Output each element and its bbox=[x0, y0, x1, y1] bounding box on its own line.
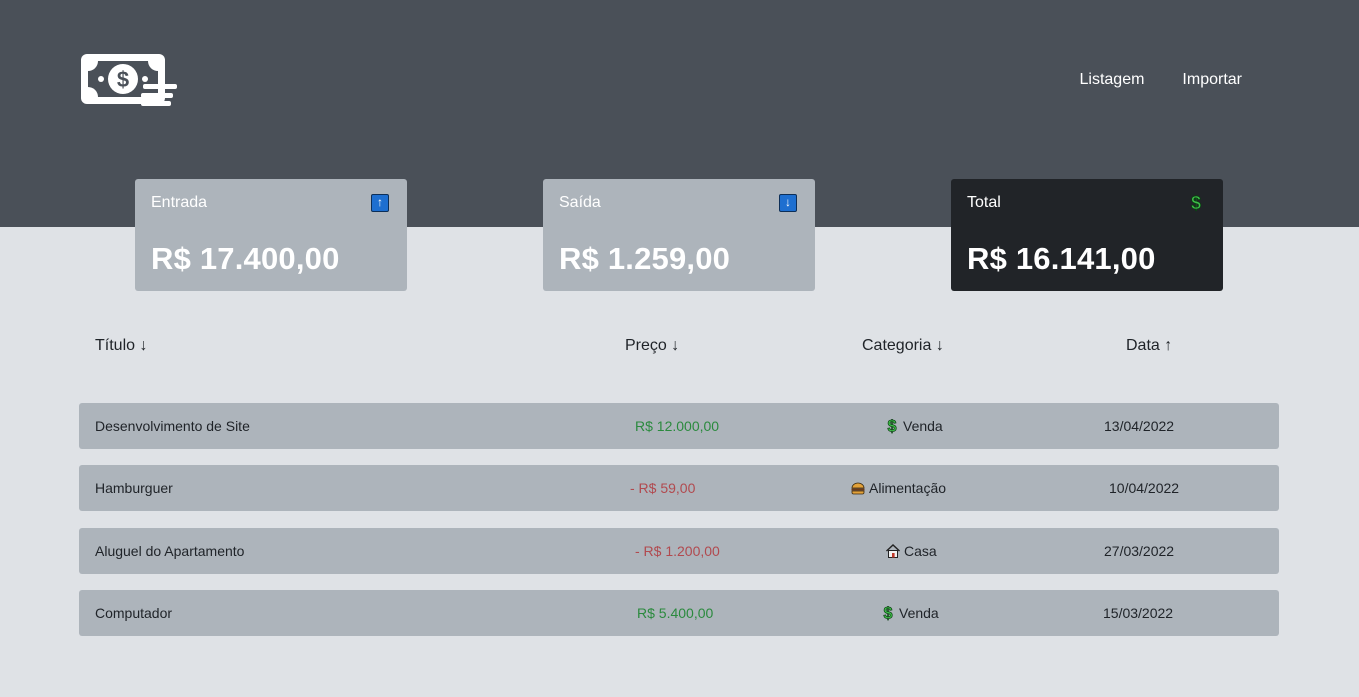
nav-listagem-link[interactable]: Listagem bbox=[1080, 71, 1145, 89]
sort-by-category-header[interactable]: Categoria ↓ bbox=[862, 337, 944, 355]
svg-text:$: $ bbox=[117, 67, 129, 92]
row-category-label: Casa bbox=[904, 543, 937, 559]
row-category: Casa bbox=[885, 528, 937, 574]
main-nav: Listagem Importar bbox=[1080, 71, 1243, 89]
dollar-icon: $ bbox=[883, 604, 893, 622]
row-price: R$ 5.400,00 bbox=[637, 605, 714, 621]
outcome-card-value: R$ 1.259,00 bbox=[559, 241, 731, 276]
svg-text:$: $ bbox=[887, 417, 896, 435]
table-row: Desenvolvimento de Site R$ 12.000,00 $ Ve… bbox=[79, 403, 1279, 449]
dollar-icon: $ bbox=[887, 417, 897, 435]
income-card-value: R$ 17.400,00 bbox=[151, 241, 340, 276]
svg-text:$: $ bbox=[883, 604, 892, 622]
total-card-value: R$ 16.141,00 bbox=[967, 241, 1156, 276]
sort-by-price-header[interactable]: Preço ↓ bbox=[625, 337, 679, 355]
row-category-label: Venda bbox=[899, 605, 939, 621]
arrow-up-icon: ↑ bbox=[371, 194, 389, 212]
row-title: Computador bbox=[95, 605, 173, 621]
sort-by-title-header[interactable]: Título ↓ bbox=[95, 337, 147, 355]
burger-icon bbox=[851, 482, 865, 495]
income-card-label: Entrada bbox=[151, 194, 208, 211]
outcome-card-label: Saída bbox=[559, 194, 601, 211]
table-row: Hamburguer - R$ 59,00 Alimentação 10/04/… bbox=[79, 465, 1279, 511]
income-card: Entrada ↑ R$ 17.400,00 bbox=[135, 179, 407, 291]
row-date: 13/04/2022 bbox=[1104, 418, 1175, 434]
svg-text:$: $ bbox=[1191, 193, 1201, 213]
table-row: Aluguel do Apartamento - R$ 1.200,00 Cas… bbox=[79, 528, 1279, 574]
row-category: $ Venda bbox=[884, 403, 943, 449]
row-price: - R$ 59,00 bbox=[630, 480, 696, 496]
sort-by-date-header[interactable]: Data ↑ bbox=[1126, 337, 1172, 355]
outcome-card: Saída ↓ R$ 1.259,00 bbox=[543, 179, 815, 291]
row-price: - R$ 1.200,00 bbox=[635, 543, 720, 559]
row-category-label: Alimentação bbox=[869, 480, 947, 496]
table-row: Computador R$ 5.400,00 $ Venda 15/03/2022 bbox=[79, 590, 1279, 636]
dollar-icon: $ bbox=[1187, 193, 1205, 213]
row-title: Desenvolvimento de Site bbox=[95, 418, 250, 434]
money-logo-icon[interactable]: $ bbox=[79, 52, 177, 108]
row-date: 27/03/2022 bbox=[1104, 543, 1175, 559]
row-title: Hamburguer bbox=[95, 480, 173, 496]
row-date: 15/03/2022 bbox=[1103, 605, 1174, 621]
total-card-label: Total bbox=[967, 194, 1001, 211]
row-category: $ Venda bbox=[880, 590, 939, 636]
row-category: Alimentação bbox=[850, 465, 946, 511]
house-icon bbox=[886, 544, 900, 558]
arrow-down-icon: ↓ bbox=[779, 194, 797, 212]
row-title: Aluguel do Apartamento bbox=[95, 543, 245, 559]
row-price: R$ 12.000,00 bbox=[635, 418, 720, 434]
total-card: Total $ R$ 16.141,00 bbox=[951, 179, 1223, 291]
nav-importar-link[interactable]: Importar bbox=[1182, 71, 1242, 89]
row-category-label: Venda bbox=[903, 418, 943, 434]
row-date: 10/04/2022 bbox=[1109, 480, 1180, 496]
